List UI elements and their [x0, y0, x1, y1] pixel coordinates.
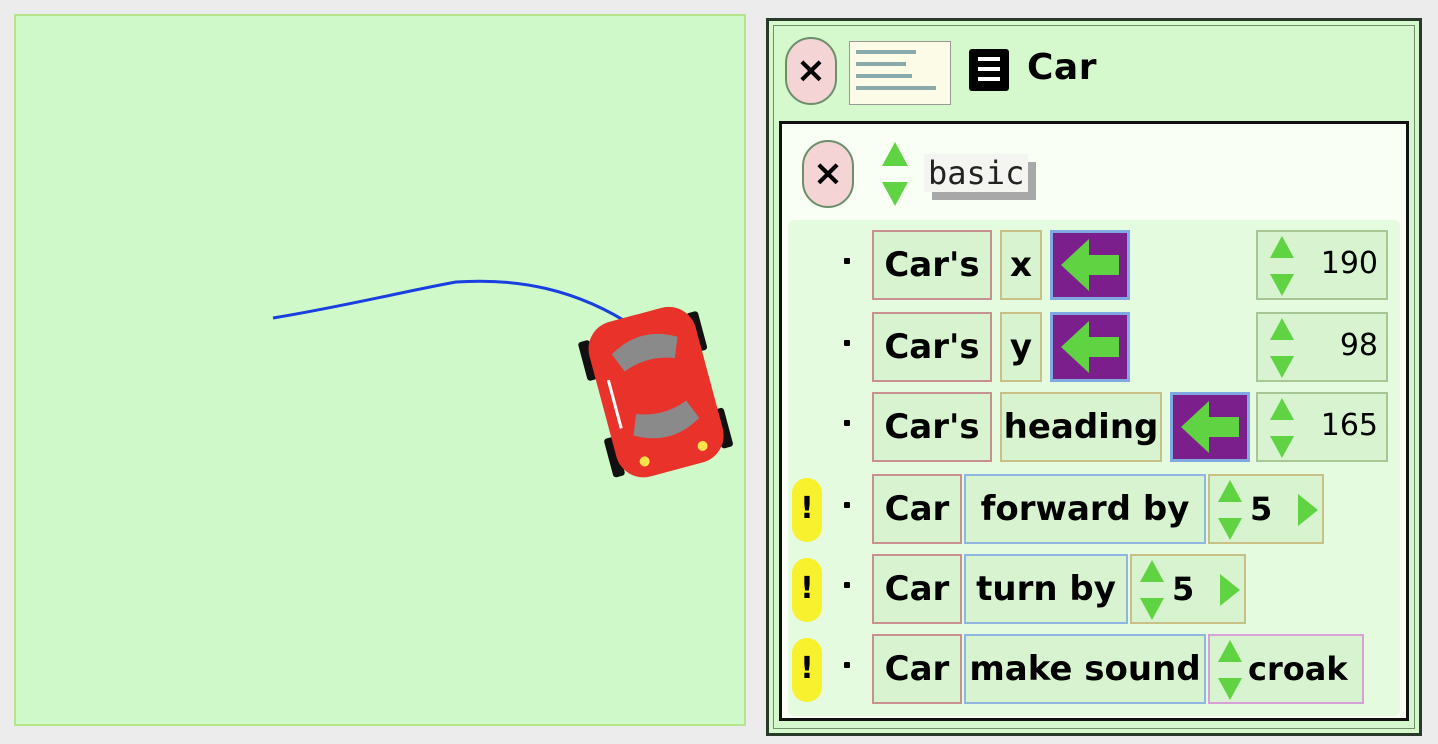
value-readout[interactable]: 98	[1340, 328, 1378, 363]
category-selector: × basic	[794, 138, 1094, 208]
sound-name[interactable]: croak	[1248, 650, 1348, 688]
viewer-thumbnail[interactable]	[849, 41, 951, 105]
property-tile[interactable]: heading	[1000, 392, 1162, 462]
object-tile[interactable]: Car's	[872, 230, 992, 300]
parameter-value[interactable]: 5	[1250, 490, 1272, 528]
command-row-turn: ! Car turn by 5	[788, 552, 1400, 628]
up-down-arrows-icon[interactable]	[1216, 640, 1244, 700]
car-sprite	[578, 306, 733, 478]
assign-arrow-icon[interactable]	[1170, 392, 1250, 462]
command-row-forward: ! Car forward by 5	[788, 472, 1400, 548]
row-dot[interactable]	[844, 340, 850, 346]
close-icon: ×	[795, 50, 827, 91]
property-row-x: Car's x 190	[788, 228, 1400, 304]
row-dot[interactable]	[844, 258, 850, 264]
alert-button[interactable]: !	[792, 638, 822, 702]
assign-arrow-icon[interactable]	[1050, 312, 1130, 382]
row-dot[interactable]	[844, 420, 850, 426]
property-tile[interactable]: y	[1000, 312, 1042, 382]
parameter-value[interactable]: 5	[1172, 570, 1194, 608]
category-label[interactable]: basic	[924, 154, 1029, 192]
row-dot[interactable]	[844, 502, 850, 508]
assign-arrow-icon[interactable]	[1050, 230, 1130, 300]
command-tile[interactable]: turn by	[964, 554, 1128, 624]
close-viewer-button[interactable]: ×	[785, 37, 837, 105]
parameter-tile[interactable]: croak	[1208, 634, 1364, 704]
up-down-arrows-icon[interactable]	[1268, 398, 1296, 458]
value-readout[interactable]: 165	[1321, 408, 1378, 443]
object-viewer: × Car × basic Car's x 190 Car's y 98 Car…	[766, 18, 1422, 736]
parameter-tile[interactable]: 5	[1130, 554, 1246, 624]
command-row-make-sound: ! Car make sound croak	[788, 632, 1400, 708]
property-row-y: Car's y 98	[788, 310, 1400, 386]
object-tile[interactable]: Car	[872, 634, 962, 704]
category-pane: × basic Car's x 190 Car's y 98 Car's hea…	[779, 121, 1409, 721]
value-tile[interactable]: 98	[1256, 312, 1388, 382]
menu-icon[interactable]	[969, 49, 1009, 91]
parameter-tile[interactable]: 5	[1208, 474, 1324, 544]
pen-trail	[272, 279, 637, 330]
tiles-area: Car's x 190 Car's y 98 Car's heading 165…	[788, 220, 1400, 716]
playfield[interactable]	[14, 14, 746, 726]
object-tile[interactable]: Car's	[872, 392, 992, 462]
value-tile[interactable]: 190	[1256, 230, 1388, 300]
alert-button[interactable]: !	[792, 478, 822, 542]
object-tile[interactable]: Car	[872, 474, 962, 544]
up-down-arrows-icon[interactable]	[1268, 318, 1296, 378]
row-dot[interactable]	[844, 582, 850, 588]
property-tile[interactable]: x	[1000, 230, 1042, 300]
up-down-arrows-icon[interactable]	[1216, 480, 1244, 540]
property-row-heading: Car's heading 165	[788, 390, 1400, 466]
row-dot[interactable]	[844, 662, 850, 668]
up-down-arrows-icon[interactable]	[880, 142, 910, 206]
play-triangle-icon[interactable]	[1218, 572, 1242, 608]
value-tile[interactable]: 165	[1256, 392, 1388, 462]
up-down-arrows-icon[interactable]	[1268, 236, 1296, 296]
viewer-header: × Car	[779, 35, 1409, 115]
close-category-button[interactable]: ×	[802, 140, 854, 208]
command-tile[interactable]: forward by	[964, 474, 1206, 544]
alert-button[interactable]: !	[792, 558, 822, 622]
playfield-canvas	[272, 279, 733, 478]
up-down-arrows-icon[interactable]	[1138, 560, 1166, 620]
viewer-title: Car	[1027, 47, 1097, 88]
value-readout[interactable]: 190	[1321, 246, 1378, 281]
object-tile[interactable]: Car	[872, 554, 962, 624]
close-icon: ×	[812, 153, 844, 194]
command-tile[interactable]: make sound	[964, 634, 1206, 704]
object-tile[interactable]: Car's	[872, 312, 992, 382]
play-triangle-icon[interactable]	[1296, 492, 1320, 528]
